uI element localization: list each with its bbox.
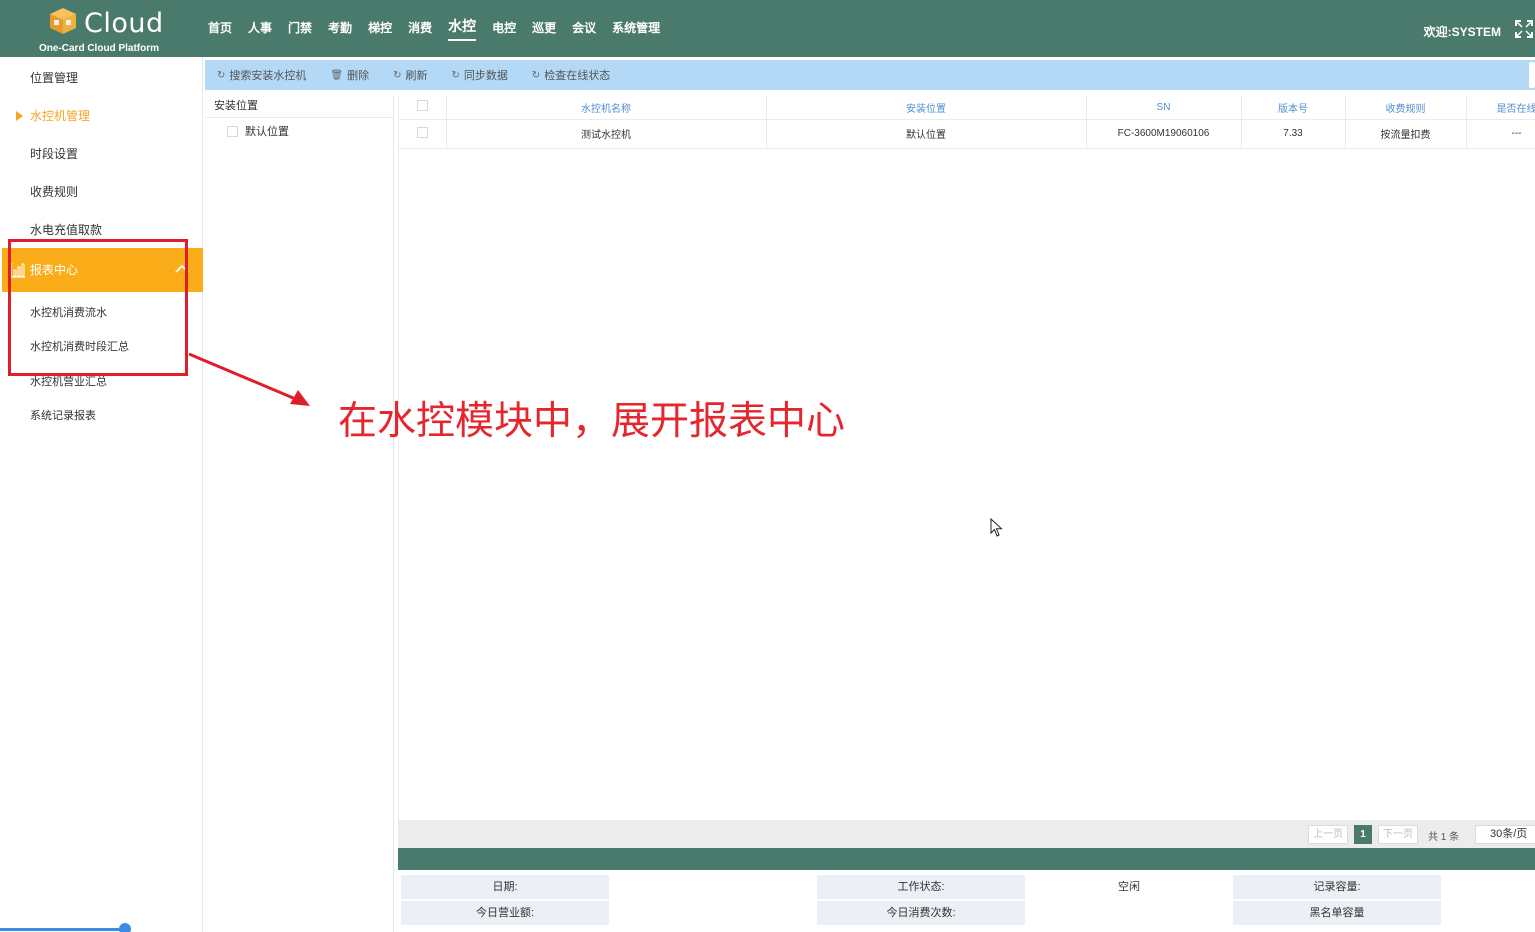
date-value	[609, 875, 817, 899]
current-page[interactable]: 1	[1354, 825, 1372, 844]
column-header-sn[interactable]: SN	[1086, 96, 1242, 120]
report-item-system-records[interactable]: 系统记录报表	[30, 407, 96, 423]
highlight-box	[8, 239, 188, 376]
nav-elevator[interactable]: 梯控	[368, 19, 392, 39]
sync-data-button[interactable]: ↻ 同步数据	[451, 67, 507, 83]
delete-button[interactable]: 🗑 删除	[330, 67, 369, 83]
tree-header: 安装位置	[205, 96, 394, 118]
sidebar: 位置管理 水控机管理 时段设置 收费规则 水电充值取款 报表中心 水控机消费流水…	[2, 57, 203, 932]
nav-consumption[interactable]: 消费	[408, 19, 432, 39]
page-size-select[interactable]: 30条/页	[1475, 825, 1535, 844]
tool-label: 刷新	[405, 70, 428, 82]
bottom-scroll-bar[interactable]	[0, 928, 130, 931]
sidebar-item-time-period[interactable]: 时段设置	[2, 135, 203, 173]
location-tree: 安装位置 默认位置	[205, 96, 394, 932]
cell-sn: FC-3600M19060106	[1086, 119, 1242, 149]
sidebar-item-fee-rules[interactable]: 收费规则	[2, 173, 203, 211]
today-count-label: 今日消费次数:	[817, 901, 1025, 925]
tree-node-default[interactable]: 默认位置	[227, 123, 289, 139]
row-checkbox[interactable]	[416, 126, 428, 138]
sync-icon: ↻	[451, 69, 460, 81]
tool-label: 同步数据	[463, 70, 508, 82]
date-label: 日期:	[401, 875, 609, 899]
select-all-cell	[399, 96, 447, 120]
select-all-checkbox[interactable]	[416, 100, 428, 112]
welcome-user: 欢迎:SYSTEM	[1423, 25, 1501, 39]
record-capacity-label: 记录容量:	[1233, 875, 1441, 899]
refresh-icon: ↻	[393, 69, 402, 81]
sidebar-item-water-machine[interactable]: 水控机管理	[2, 97, 203, 135]
tool-label: 搜索安装水控机	[229, 70, 307, 82]
today-revenue-value	[609, 901, 817, 925]
nav-personnel[interactable]: 人事	[248, 19, 272, 39]
bottom-scroll-handle[interactable]	[119, 923, 131, 932]
tree-node-checkbox[interactable]	[227, 125, 238, 137]
cube-logo-icon	[50, 8, 76, 34]
cell-name: 测试水控机	[446, 119, 767, 149]
tool-label: 删除	[347, 70, 370, 82]
tree-node-label: 默认位置	[245, 126, 289, 138]
blacklist-capacity-value	[1441, 901, 1535, 925]
cell-location: 默认位置	[766, 119, 1087, 149]
table-row[interactable]: 测试水控机 默认位置 FC-3600M19060106 7.33 按流量扣费 -…	[399, 119, 1535, 149]
nav-meeting[interactable]: 会议	[572, 19, 596, 39]
toolbar-edge	[1529, 62, 1535, 88]
tool-label: 检查在线状态	[544, 70, 611, 82]
row-checkbox-cell	[399, 119, 447, 149]
sidebar-item-location[interactable]: 位置管理	[2, 59, 203, 97]
nav-water-control[interactable]: 水控	[448, 16, 477, 41]
search-install-button[interactable]: ↻ 搜索安装水控机	[217, 67, 306, 83]
refresh-icon: ↻	[217, 69, 226, 81]
trash-icon: 🗑	[330, 69, 344, 81]
refresh-button[interactable]: ↻ 刷新	[393, 67, 427, 83]
column-header-online[interactable]: 是否在线	[1466, 96, 1535, 120]
device-info-panel: 日期: 工作状态: 空闲 记录容量: 今日营业额: 今日消费次数: 黑名单容量	[398, 870, 1535, 932]
work-status-label: 工作状态:	[817, 875, 1025, 899]
table-header-row: 水控机名称 安装位置 SN 版本号 收费规则 是否在线	[399, 96, 1535, 120]
nav-home[interactable]: 首页	[208, 19, 232, 39]
blacklist-capacity-label: 黑名单容量	[1233, 901, 1441, 925]
today-count-value	[1025, 901, 1233, 925]
total-count: 共 1 条	[1428, 832, 1460, 843]
nav-system[interactable]: 系统管理	[612, 19, 660, 39]
column-header-name[interactable]: 水控机名称	[446, 96, 767, 120]
toolbar: ↻ 搜索安装水控机 🗑 删除 ↻ 刷新 ↻ 同步数据 ↻ 检查在线状态	[205, 60, 1535, 90]
device-info-bar	[398, 848, 1535, 870]
work-status-value: 空闲	[1118, 881, 1140, 893]
check-online-button[interactable]: ↻ 检查在线状态	[532, 67, 610, 83]
cell-version: 7.33	[1241, 119, 1346, 149]
fullscreen-icon[interactable]	[1515, 20, 1533, 38]
top-header: Cloud One-Card Cloud Platform 首页 人事 门禁 考…	[0, 0, 1535, 57]
column-header-version[interactable]: 版本号	[1241, 96, 1346, 120]
today-revenue-label: 今日营业额:	[401, 901, 609, 925]
pagination: 上一页 1 下一页 共 1 条 30条/页	[398, 820, 1535, 848]
cell-fee-rule: 按流量扣费	[1345, 119, 1467, 149]
record-capacity-value	[1441, 875, 1535, 899]
nav-patrol[interactable]: 巡更	[532, 19, 556, 39]
refresh-icon: ↻	[531, 69, 541, 81]
annotation-text: 在水控模块中，展开报表中心	[338, 399, 846, 444]
logo-title: Cloud	[84, 8, 164, 39]
column-header-location[interactable]: 安装位置	[766, 96, 1087, 120]
device-table: 水控机名称 安装位置 SN 版本号 收费规则 是否在线 测试水控机 默认位置 F…	[398, 96, 1535, 820]
nav-access[interactable]: 门禁	[288, 19, 312, 39]
column-header-fee-rule[interactable]: 收费规则	[1345, 96, 1467, 120]
next-page-button[interactable]: 下一页	[1378, 825, 1418, 844]
caret-right-icon	[16, 111, 23, 121]
nav-attendance[interactable]: 考勤	[328, 19, 352, 39]
main-nav: 首页 人事 门禁 考勤 梯控 消费 水控 电控 巡更 会议 系统管理	[200, 0, 668, 57]
annotation-arrow-icon	[188, 352, 310, 406]
mouse-cursor-icon	[990, 518, 1003, 537]
sidebar-item-label: 水控机管理	[30, 109, 91, 123]
logo[interactable]: Cloud One-Card Cloud Platform	[38, 4, 168, 56]
prev-page-button[interactable]: 上一页	[1308, 825, 1348, 844]
logo-subtitle: One-Card Cloud Platform	[39, 43, 160, 54]
cell-online: ---	[1466, 119, 1535, 149]
nav-power-control[interactable]: 电控	[492, 19, 516, 39]
